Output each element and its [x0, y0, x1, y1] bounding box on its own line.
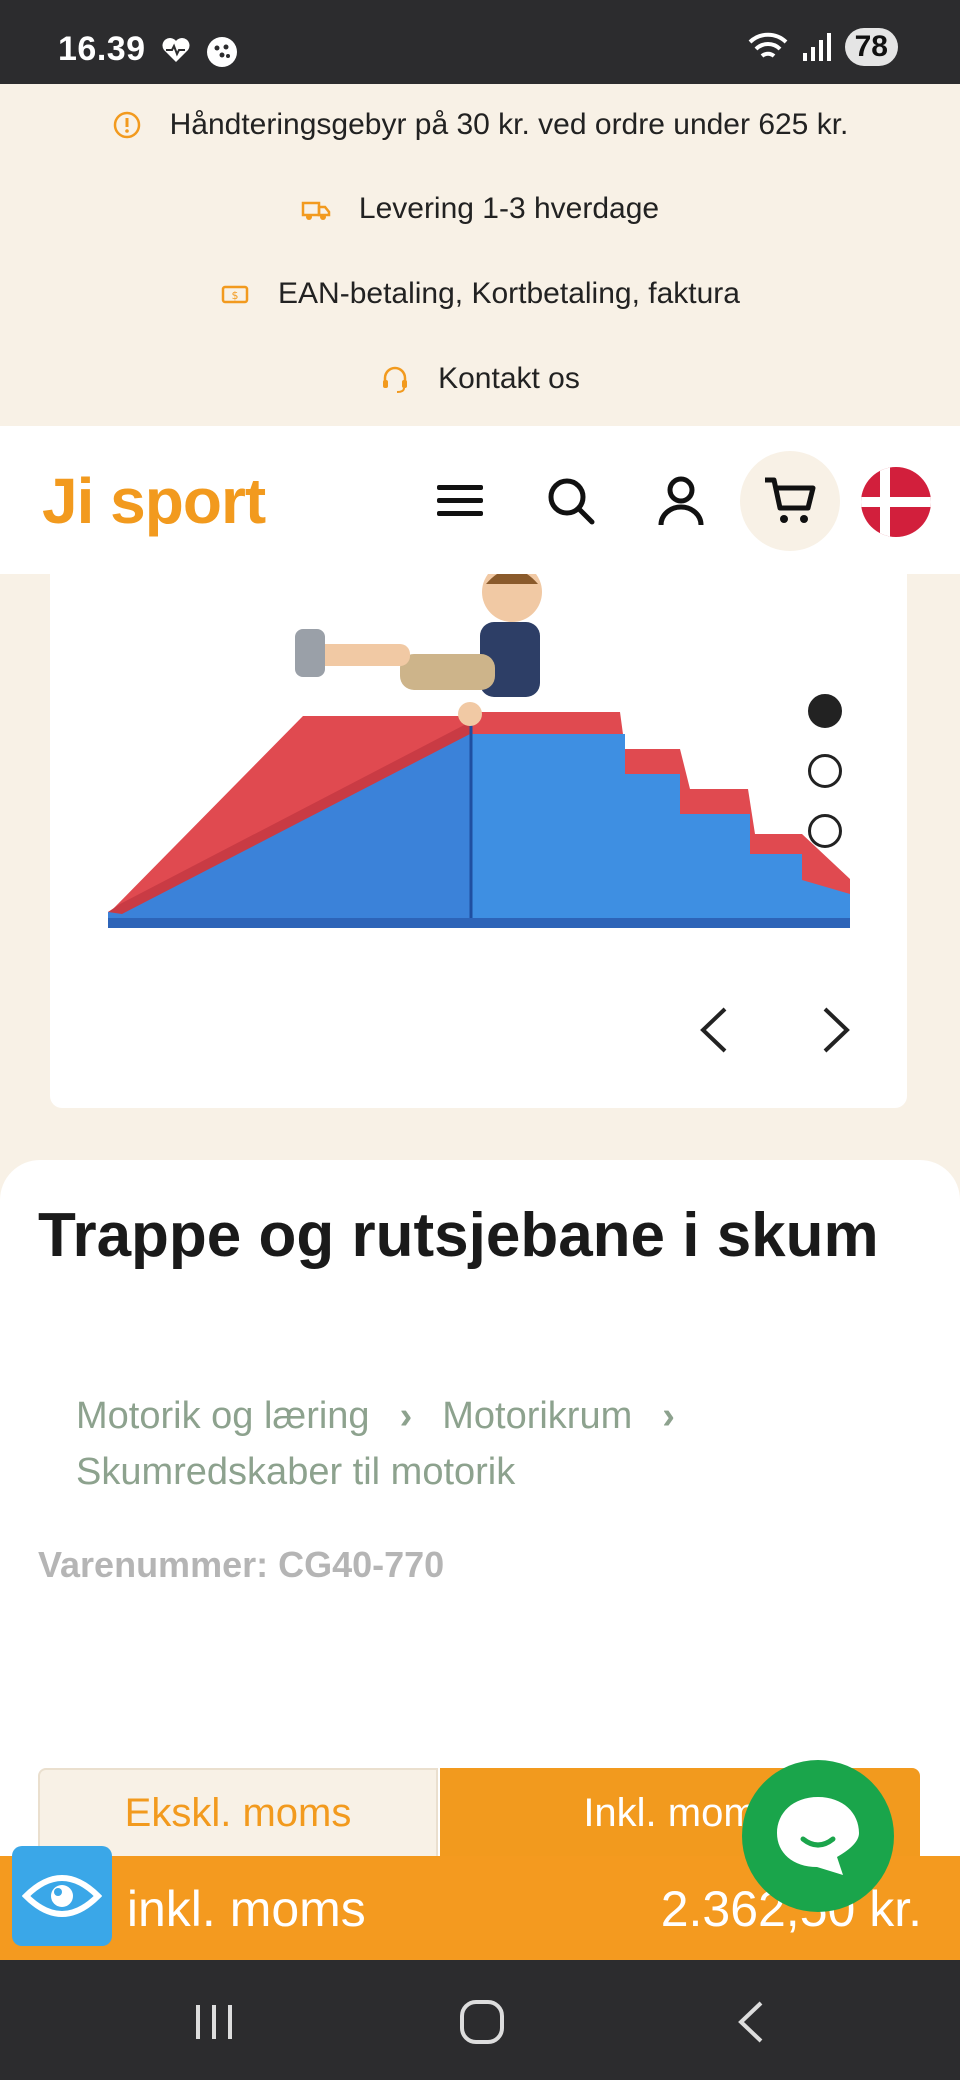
chat-button[interactable]	[742, 1760, 894, 1912]
money-icon: $	[221, 285, 249, 304]
product-sku: Varenummer: CG40-770	[38, 1544, 445, 1585]
back-icon	[738, 2001, 763, 2043]
status-bar: 16.39 78	[0, 0, 960, 84]
user-icon	[658, 476, 704, 526]
info-banner: Håndteringsgebyr på 30 kr. ved ordre und…	[0, 84, 960, 426]
account-button[interactable]	[646, 466, 716, 536]
cart-icon	[765, 477, 816, 523]
breadcrumb: Motorik og læring › Motorikrum › Skumredska…	[76, 1388, 896, 1500]
wifi-icon	[748, 32, 788, 58]
info-payment-text: EAN-betaling, Kortbetaling, faktura	[278, 277, 740, 310]
breadcrumb-item-2[interactable]: Motorikrum	[442, 1395, 632, 1437]
gallery-prev-button[interactable]	[684, 1000, 744, 1060]
signal-icon	[802, 33, 831, 61]
info-delivery-row: Levering 1-3 hverdage	[0, 192, 960, 226]
info-delivery-text: Levering 1-3 hverdage	[358, 192, 660, 225]
gallery-dot-1[interactable]	[808, 694, 842, 728]
chevron-right-icon: ›	[399, 1395, 413, 1437]
chevron-right-icon	[823, 1007, 850, 1053]
hamburger-icon	[437, 485, 483, 516]
recent-apps-icon	[196, 2005, 232, 2039]
info-circle-icon	[113, 111, 140, 139]
chevron-right-icon: ›	[662, 1395, 675, 1437]
gallery-next-button[interactable]	[806, 1000, 866, 1060]
svg-text:$: $	[232, 289, 239, 302]
headset-icon	[383, 366, 408, 393]
status-left-icons	[160, 36, 238, 68]
price-label: s inkl. moms	[88, 1881, 366, 1937]
chat-icon	[777, 1797, 859, 1875]
language-flag-icon[interactable]	[860, 466, 932, 538]
info-contact-row[interactable]: Kontakt os	[0, 362, 960, 396]
search-button[interactable]	[536, 466, 606, 536]
breadcrumb-item-1[interactable]: Motorik og læring	[76, 1395, 370, 1437]
chevron-left-icon	[700, 1007, 727, 1053]
home-icon	[460, 2000, 504, 2044]
truck-icon	[301, 201, 331, 220]
status-right-icons: 78	[747, 28, 898, 66]
gallery-pagination	[808, 694, 842, 848]
info-fee-text: Håndteringsgebyr på 30 kr. ved ordre und…	[169, 108, 849, 141]
info-fee-row: Håndteringsgebyr på 30 kr. ved ordre und…	[0, 108, 960, 142]
menu-button[interactable]	[425, 466, 495, 536]
logo[interactable]: Ji sport	[42, 464, 266, 538]
breadcrumb-item-3[interactable]: Skumredskaber til motorik	[76, 1451, 515, 1493]
gallery-dot-2[interactable]	[808, 754, 842, 788]
system-nav-bar	[0, 1960, 960, 2080]
tab-excl-vat[interactable]: Ekskl. moms	[38, 1768, 438, 1858]
product-gallery[interactable]	[50, 574, 907, 1108]
status-time: 16.39	[58, 30, 146, 68]
search-icon	[548, 478, 595, 525]
home-button[interactable]	[452, 1992, 512, 2052]
cart-button[interactable]	[740, 451, 840, 551]
back-button[interactable]	[720, 1992, 780, 2052]
battery-indicator: 78	[844, 28, 898, 66]
site-header: Ji sport	[0, 426, 960, 574]
info-payment-row: $ EAN-betaling, Kortbetaling, faktura	[0, 277, 960, 311]
product-title: Trappe og rutsjebane i skum	[38, 1201, 879, 1270]
contact-link[interactable]: Kontakt os	[438, 362, 580, 396]
health-icon	[162, 38, 190, 62]
accessibility-button[interactable]	[12, 1846, 112, 1946]
eye-icon	[22, 1875, 102, 1917]
gallery-dot-3[interactable]	[808, 814, 842, 848]
app-notification-icon	[207, 37, 237, 67]
product-image	[108, 574, 850, 928]
recent-apps-button[interactable]	[184, 1992, 244, 2052]
